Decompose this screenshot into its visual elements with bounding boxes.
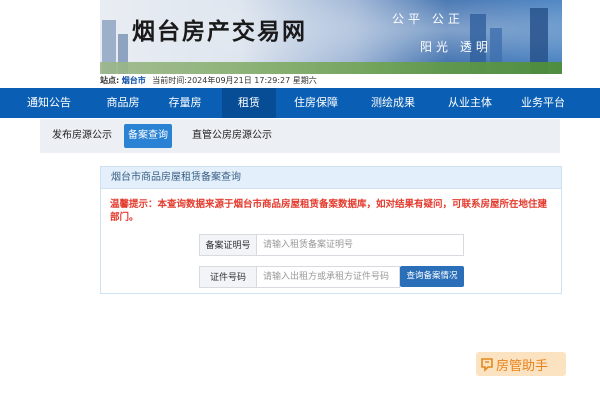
nav-item-notices[interactable]: 通知公告 <box>0 88 98 118</box>
slogan-line2: 阳光 透明 <box>420 40 492 54</box>
time-label: 当前时间: <box>152 76 187 85</box>
nav-item-practitioners[interactable]: 从业主体 <box>430 88 510 118</box>
query-button[interactable]: 查询备案情况 <box>400 266 464 287</box>
id-number-row: 证件号码 <box>199 266 400 288</box>
nav-item-new-houses[interactable]: 商品房 <box>98 88 148 118</box>
notice-text: 温馨提示：本查询数据来源于烟台市商品房屋租赁备案数据库，如对结果有疑问，可联系房… <box>110 199 548 223</box>
nav-item-existing-houses[interactable]: 存量房 <box>148 88 222 118</box>
id-number-input[interactable] <box>256 266 400 288</box>
header-banner: 烟台房产交易网 公平 公正 阳光 透明 <box>100 0 562 74</box>
nav-item-rental[interactable]: 租赁 <box>222 88 276 118</box>
housing-assistant-label: 房管助手 <box>496 358 549 374</box>
main-nav: 通知公告 商品房 存量房 租赁 住房保障 测绘成果 从业主体 业务平台 <box>0 88 600 118</box>
site-label: 站点: <box>100 76 120 85</box>
query-panel: 烟台市商品房屋租赁备案查询 温馨提示：本查询数据来源于烟台市商品房屋租赁备案数据… <box>100 166 562 294</box>
current-time: 2024年09月21日 17:29:27 星期六 <box>187 76 317 85</box>
site-title: 烟台房产交易网 <box>132 18 307 45</box>
info-bar: 站点: 烟台市 当前时间:2024年09月21日 17:29:27 星期六 <box>100 75 317 87</box>
slogan-line1: 公平 公正 <box>392 12 464 26</box>
tab-filing-query[interactable]: 备案查询 <box>124 124 172 148</box>
filing-number-input[interactable] <box>256 234 464 256</box>
sub-nav: 发布房源公示 备案查询 直管公房房源公示 <box>40 119 560 153</box>
housing-assistant-badge[interactable]: 房管助手 <box>476 352 566 376</box>
nav-item-survey-results[interactable]: 测绘成果 <box>356 88 430 118</box>
panel-title: 烟台市商品房屋租赁备案查询 <box>101 167 561 189</box>
city-link[interactable]: 烟台市 <box>122 76 146 85</box>
tab-public-housing-listings[interactable]: 直管公房房源公示 <box>188 124 276 148</box>
tab-publish-listings[interactable]: 发布房源公示 <box>48 124 116 148</box>
nav-item-housing-security[interactable]: 住房保障 <box>276 88 356 118</box>
nav-item-business-platform[interactable]: 业务平台 <box>510 88 576 118</box>
banner-grass <box>100 62 562 74</box>
filing-number-row: 备案证明号 <box>199 234 464 256</box>
id-number-label: 证件号码 <box>199 266 256 288</box>
filing-number-label: 备案证明号 <box>199 234 256 256</box>
house-chat-icon <box>480 356 494 372</box>
